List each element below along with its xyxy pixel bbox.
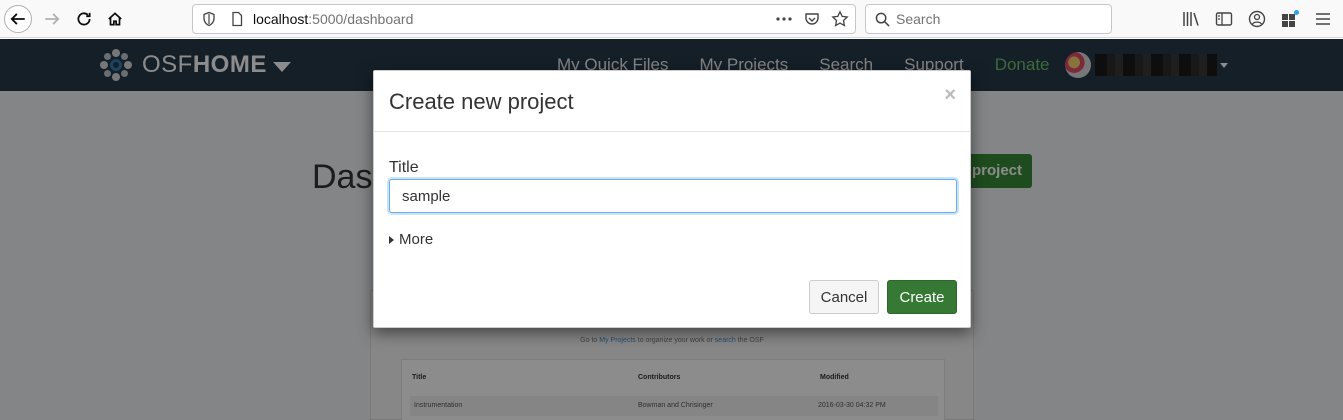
browser-search-box[interactable] [865, 4, 1112, 34]
modal-header: Create new project × [374, 71, 970, 132]
shield-icon[interactable] [201, 11, 217, 27]
sidebar-icon[interactable] [1214, 9, 1234, 29]
back-arrow-icon[interactable] [4, 5, 32, 33]
reload-icon[interactable] [70, 5, 98, 33]
modal-title: Create new project [389, 89, 574, 114]
close-icon[interactable]: × [944, 85, 956, 105]
more-actions-icon[interactable] [775, 10, 793, 28]
bookmark-star-icon[interactable] [831, 10, 849, 28]
address-bar[interactable]: localhost:5000/dashboard [192, 4, 856, 34]
browser-search-input[interactable] [896, 9, 1096, 29]
title-input[interactable] [389, 179, 957, 213]
create-project-modal: Create new project × Title More Cancel C… [373, 70, 971, 328]
cancel-button[interactable]: Cancel [809, 280, 879, 314]
more-toggle[interactable]: More [389, 231, 433, 248]
extensions-icon[interactable] [1280, 9, 1300, 29]
url-text[interactable]: localhost:5000/dashboard [253, 11, 413, 27]
create-button[interactable]: Create [887, 280, 957, 314]
library-icon[interactable] [1181, 9, 1201, 29]
menu-icon[interactable] [1313, 9, 1333, 29]
pocket-icon[interactable] [803, 10, 821, 28]
more-label: More [399, 231, 434, 248]
title-field-label: Title [389, 159, 419, 176]
home-icon[interactable] [101, 5, 129, 33]
caret-right-icon [389, 235, 394, 244]
forward-arrow-icon[interactable] [38, 5, 66, 33]
browser-toolbar: localhost:5000/dashboard [0, 0, 1343, 38]
search-icon [875, 12, 890, 27]
account-icon[interactable] [1247, 9, 1267, 29]
page-icon[interactable] [229, 11, 245, 27]
